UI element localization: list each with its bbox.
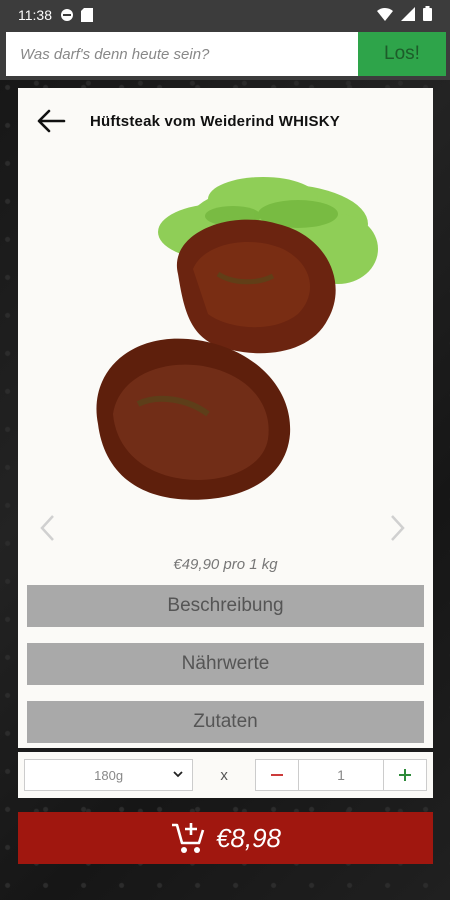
sd-card-icon	[80, 8, 94, 22]
section-ingredients-button[interactable]: Zutaten	[27, 701, 424, 743]
minus-icon	[271, 774, 283, 776]
chevron-down-icon	[172, 768, 184, 783]
cart-total: €8,98	[215, 822, 282, 853]
section-nutrition-button[interactable]: Nährwerte	[27, 643, 424, 685]
weight-select-value: 180g	[94, 767, 124, 783]
increase-quantity-button[interactable]	[384, 760, 426, 790]
add-to-cart-button[interactable]: €8,98	[18, 812, 433, 864]
order-options: 180g x 1	[18, 752, 433, 798]
product-header: Hüftsteak vom Weiderind WHISKY	[18, 88, 433, 154]
section-description-button[interactable]: Beschreibung	[27, 585, 424, 627]
product-title: Hüftsteak vom Weiderind WHISKY	[90, 112, 340, 130]
wifi-icon	[377, 7, 393, 24]
search-bar: Was darf's denn heute sein? Los!	[0, 30, 450, 80]
plus-icon	[399, 769, 411, 781]
back-button[interactable]	[34, 104, 68, 138]
search-button[interactable]: Los!	[358, 32, 446, 76]
chevron-left-icon	[40, 515, 54, 541]
decrease-quantity-button[interactable]	[256, 760, 298, 790]
price-per-unit: €49,90 pro 1 kg	[173, 556, 278, 573]
quantity-value[interactable]: 1	[298, 760, 384, 790]
next-image-button[interactable]	[383, 508, 413, 548]
multiply-symbol: x	[220, 766, 228, 784]
vpn-icon	[60, 8, 74, 22]
cart-plus-icon	[170, 821, 206, 855]
weight-select[interactable]: 180g	[24, 759, 194, 791]
battery-icon	[423, 6, 432, 24]
product-image	[18, 154, 433, 564]
product-card: Hüftsteak vom Weiderind WHISKY €49,90 pr…	[18, 88, 433, 748]
previous-image-button[interactable]	[32, 508, 62, 548]
arrow-left-icon	[37, 109, 66, 133]
status-bar: 11:38	[0, 0, 450, 30]
signal-icon	[401, 6, 415, 24]
search-input[interactable]: Was darf's denn heute sein?	[6, 32, 358, 76]
status-time: 11:38	[18, 7, 52, 23]
quantity-stepper: 1	[255, 759, 427, 791]
chevron-right-icon	[391, 515, 405, 541]
